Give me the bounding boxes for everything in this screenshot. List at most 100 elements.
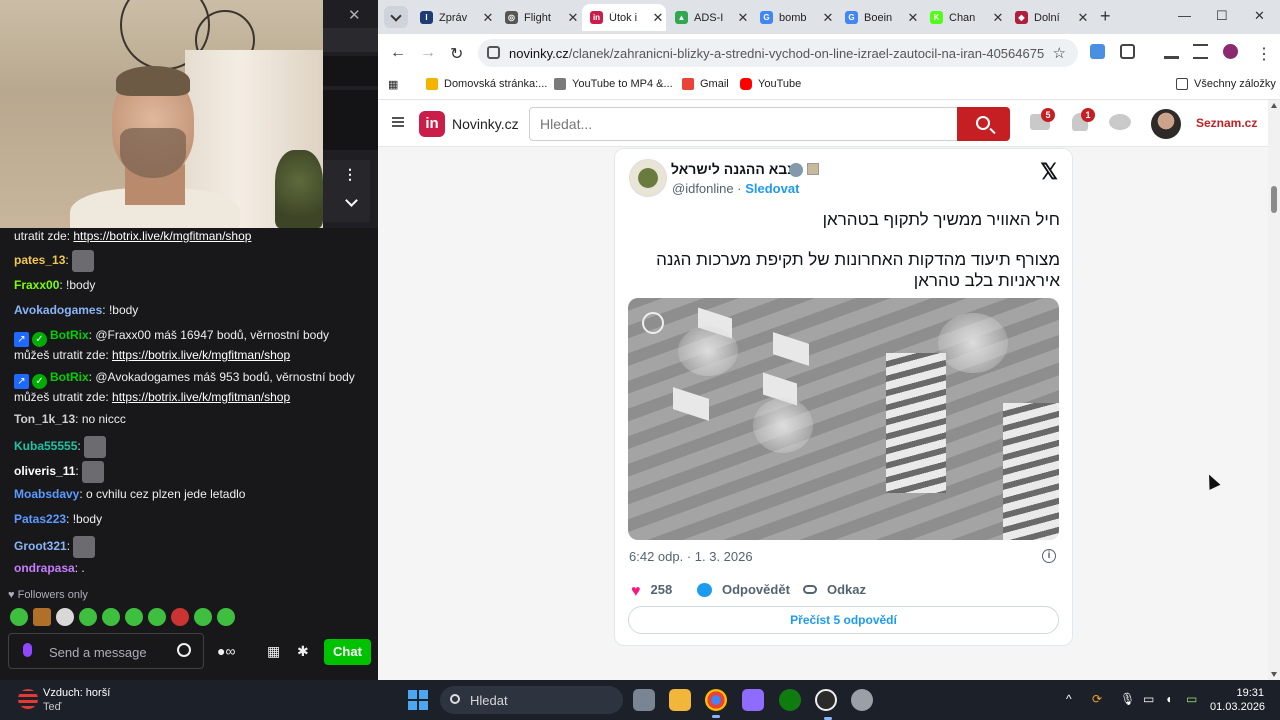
site-info-icon[interactable] bbox=[487, 46, 500, 59]
browser-tab[interactable]: I Zpráv ✕ bbox=[412, 4, 496, 31]
sync-icon[interactable]: ⟳ bbox=[1092, 692, 1102, 706]
tab-search-button[interactable] bbox=[384, 6, 408, 28]
bookmark-item[interactable]: Gmail bbox=[682, 78, 729, 90]
app-icon[interactable] bbox=[742, 689, 764, 711]
tab-close-icon[interactable]: ✕ bbox=[565, 10, 581, 26]
tab-close-icon[interactable]: ✕ bbox=[735, 10, 751, 26]
air-quality-icon[interactable] bbox=[18, 689, 38, 709]
extensions-puzzle-icon[interactable] bbox=[1120, 44, 1135, 59]
tab-close-icon[interactable]: ✕ bbox=[905, 10, 921, 26]
all-bookmarks-button[interactable]: Všechny záložky bbox=[1176, 78, 1276, 90]
chat-bubble-icon[interactable] bbox=[1109, 114, 1131, 130]
browser-tab[interactable]: ◆ Dolní ✕ bbox=[1007, 4, 1091, 31]
users-infinity-icon[interactable]: ●∞ bbox=[217, 643, 235, 659]
browser-tab[interactable]: ▲ ADS-I ✕ bbox=[667, 4, 751, 31]
back-icon[interactable]: ← bbox=[390, 44, 406, 62]
shark-emote[interactable] bbox=[73, 536, 96, 558]
emote[interactable] bbox=[33, 608, 51, 626]
store-icon[interactable]: ▦ bbox=[267, 643, 280, 660]
page-scrollbar[interactable] bbox=[1268, 100, 1280, 680]
copy-link-button[interactable]: Odkaz bbox=[803, 582, 866, 597]
extension-icon[interactable] bbox=[1090, 44, 1105, 59]
tab-close-icon[interactable]: ✕ bbox=[480, 10, 496, 26]
chat-send-button[interactable]: Chat bbox=[324, 639, 371, 665]
face-emote[interactable] bbox=[84, 436, 107, 458]
media-control-icon[interactable] bbox=[1193, 44, 1208, 59]
emote[interactable] bbox=[56, 608, 74, 626]
chat-username[interactable]: BotRix bbox=[50, 370, 89, 384]
emote[interactable] bbox=[148, 608, 166, 626]
face-emote[interactable] bbox=[72, 250, 95, 272]
verified-badge-icon[interactable]: ✓ bbox=[32, 374, 47, 389]
like-button[interactable]: ♥ 258 bbox=[631, 582, 672, 600]
chevron-up-icon[interactable]: ^ bbox=[1066, 692, 1072, 706]
info-icon[interactable]: i bbox=[1042, 549, 1056, 563]
download-icon[interactable] bbox=[1164, 44, 1179, 59]
chat-username[interactable]: Ton_1k_13 bbox=[14, 412, 75, 426]
browser-tab[interactable]: K Chan ✕ bbox=[922, 4, 1006, 31]
start-button[interactable] bbox=[408, 690, 428, 710]
chat-username[interactable]: BotRix bbox=[50, 328, 89, 342]
scroll-thumb[interactable] bbox=[1271, 186, 1277, 213]
file-explorer-icon[interactable] bbox=[669, 689, 691, 711]
read-replies-button[interactable]: Přečíst 5 odpovědí bbox=[628, 606, 1059, 634]
emoji-icon[interactable] bbox=[177, 643, 191, 657]
emote[interactable] bbox=[10, 608, 28, 626]
chat-username[interactable]: Fraxx00 bbox=[14, 278, 59, 292]
browser-tab[interactable]: in Útok i ✕ bbox=[582, 4, 666, 31]
emote[interactable] bbox=[125, 608, 143, 626]
tab-close-icon[interactable]: ✕ bbox=[650, 10, 666, 26]
tweet-video[interactable] bbox=[628, 298, 1059, 540]
seznam-link[interactable]: Seznam.cz bbox=[1196, 116, 1257, 130]
tab-close-icon[interactable]: ✕ bbox=[820, 10, 836, 26]
tweet-handle[interactable]: @idfonline bbox=[672, 181, 734, 196]
chat-username[interactable]: Patas223 bbox=[14, 512, 66, 526]
chrome-icon[interactable] bbox=[705, 689, 727, 718]
emote[interactable] bbox=[171, 608, 189, 626]
network-icon[interactable]: ▭ bbox=[1143, 692, 1154, 706]
bot-badge-icon[interactable]: ↗ bbox=[14, 332, 29, 347]
x-logo-icon[interactable]: 𝕏 bbox=[1040, 159, 1058, 185]
chevron-down-icon[interactable] bbox=[345, 194, 358, 207]
chat-username[interactable]: Avokadogames bbox=[14, 303, 102, 317]
chat-link[interactable]: https://botrix.live/k/mgfitman/shop bbox=[112, 390, 290, 404]
tab-close-icon[interactable]: ✕ bbox=[1075, 10, 1091, 26]
forward-icon[interactable]: → bbox=[420, 44, 436, 62]
verified-badge-icon[interactable]: ✓ bbox=[32, 332, 47, 347]
tab-close-icon[interactable]: ✕ bbox=[990, 10, 1006, 26]
bookmark-item[interactable]: Domovská stránka:... bbox=[426, 78, 547, 90]
address-bar[interactable]: novinky.cz/clanek/zahranicni-blizky-a-st… bbox=[478, 39, 1078, 67]
tweet-timestamp[interactable]: 6:42 odp. · 1. 3. 2026 bbox=[629, 549, 753, 564]
emote[interactable] bbox=[194, 608, 212, 626]
close-icon[interactable]: ✕ bbox=[348, 6, 361, 24]
bot-badge-icon[interactable]: ↗ bbox=[14, 374, 29, 389]
emote[interactable] bbox=[102, 608, 120, 626]
site-name[interactable]: Novinky.cz bbox=[452, 116, 519, 132]
scroll-down-icon[interactable] bbox=[1271, 672, 1277, 677]
chat-username[interactable]: Groot321 bbox=[14, 539, 67, 553]
reply-button[interactable]: Odpovědět bbox=[697, 582, 790, 597]
microphone-icon[interactable] bbox=[23, 643, 32, 657]
microphone-icon[interactable]: 🎙 bbox=[1120, 692, 1135, 706]
clock[interactable]: 19:31 01.03.2026 bbox=[1210, 686, 1265, 714]
bookmark-item[interactable]: YouTube bbox=[740, 78, 801, 90]
task-view-icon[interactable] bbox=[633, 689, 655, 711]
scroll-up-icon[interactable] bbox=[1271, 103, 1277, 108]
profile-icon[interactable] bbox=[1223, 44, 1238, 59]
window-close-icon[interactable]: ✕ bbox=[1254, 8, 1265, 24]
hamburger-menu-icon[interactable] bbox=[392, 117, 404, 127]
emote[interactable] bbox=[217, 608, 235, 626]
gear-icon[interactable]: ✱ bbox=[297, 643, 309, 660]
emote[interactable] bbox=[79, 608, 97, 626]
apps-grid-icon[interactable]: ▦ bbox=[388, 78, 398, 91]
chat-link[interactable]: https://botrix.live/k/mgfitman/shop bbox=[112, 348, 290, 362]
follow-link[interactable]: Sledovat bbox=[745, 181, 799, 196]
browser-tab[interactable]: Gbomb ✕ bbox=[752, 4, 836, 31]
reload-icon[interactable]: ↻ bbox=[450, 44, 463, 64]
face-emote[interactable] bbox=[82, 461, 105, 483]
chat-input[interactable] bbox=[49, 642, 174, 662]
more-icon[interactable]: ⋮ bbox=[343, 166, 357, 183]
chat-link[interactable]: https://botrix.live/k/mgfitman/shop bbox=[73, 229, 251, 243]
menu-kebab-icon[interactable]: ⋮ bbox=[1256, 44, 1272, 64]
chat-username[interactable]: ondrapasa bbox=[14, 561, 75, 575]
